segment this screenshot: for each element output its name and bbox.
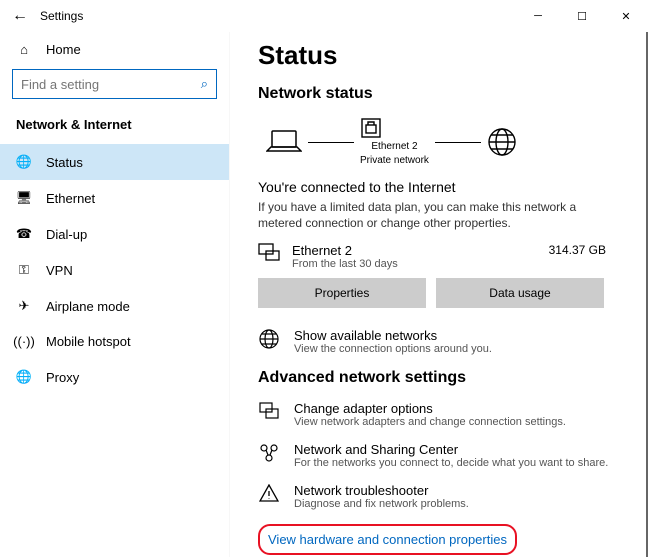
ethernet-port-icon xyxy=(360,117,429,139)
network-status-heading: Network status xyxy=(258,85,620,103)
airplane-icon: ✈ xyxy=(16,298,32,314)
search-box[interactable]: ⌕ xyxy=(12,69,217,99)
close-button[interactable]: ✕ xyxy=(604,0,648,32)
connected-desc: If you have a limited data plan, you can… xyxy=(258,199,598,231)
diagram-conn-name: Ethernet 2 xyxy=(360,141,429,153)
sidebar-item-label: Ethernet xyxy=(46,191,95,206)
sidebar-item-label: Status xyxy=(46,155,83,170)
main-panel: Status Network status Ethernet 2 Private… xyxy=(230,32,648,557)
sharing-center[interactable]: Network and Sharing Center For the netwo… xyxy=(258,442,620,469)
minimize-button[interactable]: ─ xyxy=(516,0,560,32)
sidebar-item-status[interactable]: 🌐 Status xyxy=(0,144,229,180)
sidebar-item-dialup[interactable]: ☎ Dial-up xyxy=(0,216,229,252)
sidebar-item-label: Proxy xyxy=(46,370,79,385)
connection-name: Ethernet 2 xyxy=(292,243,537,258)
warning-icon xyxy=(258,483,280,502)
network-diagram: Ethernet 2 Private network xyxy=(258,117,620,167)
diagram-conn-type: Private network xyxy=(360,155,429,167)
search-icon: ⌕ xyxy=(201,76,208,92)
proxy-icon: 🌐 xyxy=(16,369,32,385)
link-hw-highlight: View hardware and connection properties xyxy=(258,524,517,555)
sidebar-item-airplane[interactable]: ✈ Airplane mode xyxy=(0,288,229,324)
opt-title: Change adapter options xyxy=(294,401,566,416)
sidebar-item-hotspot[interactable]: ((·)) Mobile hotspot xyxy=(0,324,229,359)
data-usage-button[interactable]: Data usage xyxy=(436,278,604,308)
connection-summary: Ethernet 2 From the last 30 days 314.37 … xyxy=(258,243,620,270)
sidebar-home[interactable]: ⌂ Home xyxy=(0,32,229,67)
titlebar: ← Settings ─ ☐ ✕ xyxy=(0,0,648,32)
opt-sub: For the networks you connect to, decide … xyxy=(294,457,608,469)
opt-title: Network and Sharing Center xyxy=(294,442,608,457)
vpn-icon: ⚿ xyxy=(16,262,32,278)
ethernet-icon: 🖥 xyxy=(16,190,32,206)
sidebar-item-label: VPN xyxy=(46,263,73,278)
show-networks[interactable]: Show available networks View the connect… xyxy=(258,328,620,355)
connection-icon xyxy=(258,243,280,261)
connection-usage: 314.37 GB xyxy=(549,243,606,257)
sidebar-item-label: Dial-up xyxy=(46,227,87,242)
connected-title: You're connected to the Internet xyxy=(258,179,620,195)
maximize-button[interactable]: ☐ xyxy=(560,0,604,32)
adapter-icon xyxy=(258,401,280,420)
home-label: Home xyxy=(46,42,81,57)
search-input[interactable] xyxy=(21,77,201,92)
sidebar-item-proxy[interactable]: 🌐 Proxy xyxy=(0,359,229,395)
sidebar-item-ethernet[interactable]: 🖥 Ethernet xyxy=(0,180,229,216)
opt-title: Show available networks xyxy=(294,328,492,343)
opt-sub: View the connection options around you. xyxy=(294,343,492,355)
connection-sub: From the last 30 days xyxy=(292,258,537,270)
window-title: Settings xyxy=(40,9,83,23)
sidebar-item-vpn[interactable]: ⚿ VPN xyxy=(0,252,229,288)
status-icon: 🌐 xyxy=(16,154,32,170)
globe-icon xyxy=(258,328,280,349)
sharing-icon xyxy=(258,442,280,463)
back-button[interactable]: ← xyxy=(0,7,40,25)
sidebar-item-label: Airplane mode xyxy=(46,299,130,314)
properties-button[interactable]: Properties xyxy=(258,278,426,308)
dialup-icon: ☎ xyxy=(16,226,32,242)
opt-title: Network troubleshooter xyxy=(294,483,469,498)
laptop-icon xyxy=(266,129,302,155)
opt-sub: Diagnose and fix network problems. xyxy=(294,498,469,510)
globe-icon xyxy=(487,127,517,157)
sidebar-item-label: Mobile hotspot xyxy=(46,334,131,349)
link-hw-properties[interactable]: View hardware and connection properties xyxy=(268,532,507,547)
sidebar-heading: Network & Internet xyxy=(0,113,229,144)
opt-sub: View network adapters and change connect… xyxy=(294,416,566,428)
home-icon: ⌂ xyxy=(16,42,32,57)
change-adapter[interactable]: Change adapter options View network adap… xyxy=(258,401,620,428)
troubleshooter[interactable]: Network troubleshooter Diagnose and fix … xyxy=(258,483,620,510)
advanced-heading: Advanced network settings xyxy=(258,369,620,387)
hotspot-icon: ((·)) xyxy=(16,334,32,349)
page-title: Status xyxy=(258,40,620,71)
sidebar: ⌂ Home ⌕ Network & Internet 🌐 Status 🖥 E… xyxy=(0,32,230,557)
